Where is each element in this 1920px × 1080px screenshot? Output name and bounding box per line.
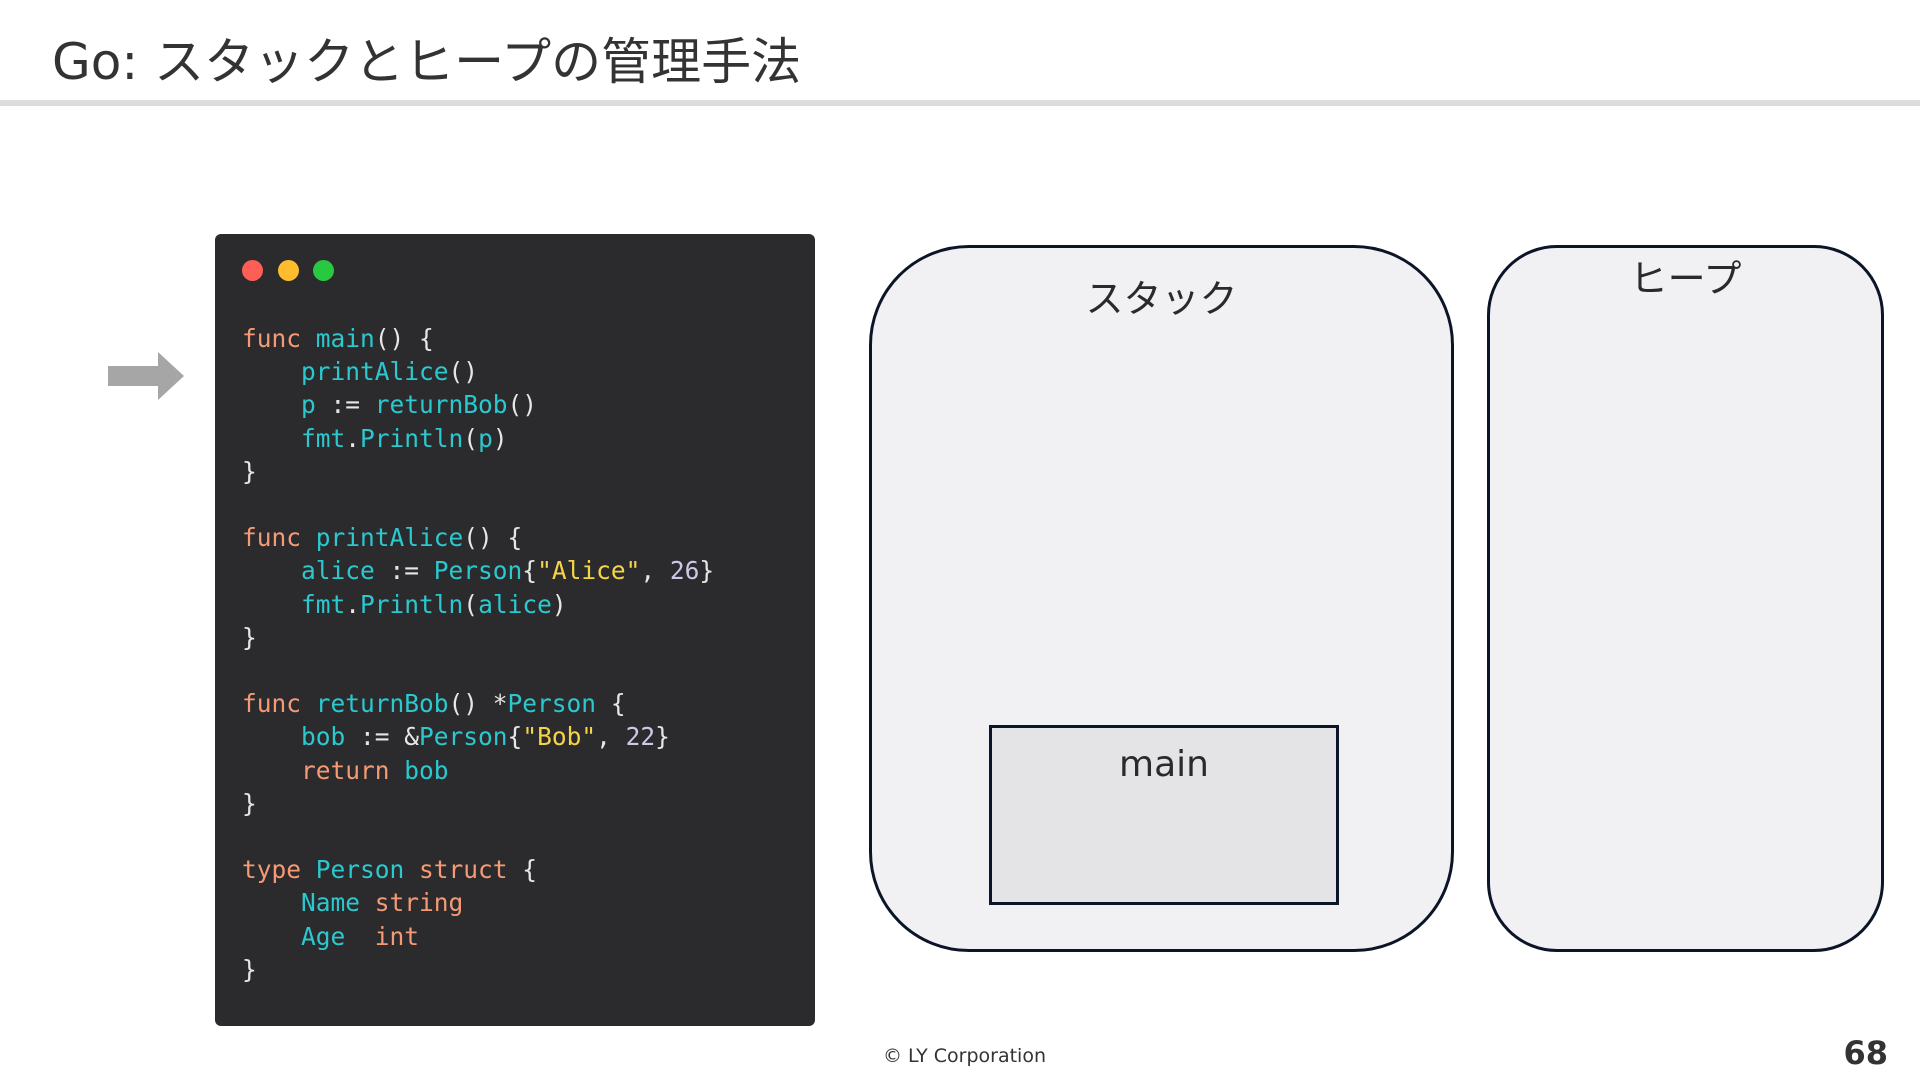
code-line: func returnBob() *Person { (242, 689, 626, 719)
code-line: printAlice() (242, 357, 479, 387)
code-window: func main() { printAlice() p := returnBo… (215, 234, 815, 1026)
stack-label: スタック (1085, 277, 1238, 321)
heap-region: ヒープ (1487, 245, 1884, 952)
heap-label: ヒープ (1629, 257, 1742, 301)
code-block: func main() { printAlice() p := returnBo… (242, 322, 714, 986)
stack-region: スタック main (869, 245, 1454, 952)
code-line: } (242, 788, 257, 818)
code-line: p := returnBob() (242, 390, 538, 420)
stack-frame-main: main (989, 725, 1339, 905)
code-line: alice := Person{"Alice", 26} (242, 556, 715, 586)
title-divider (0, 100, 1920, 106)
maximize-dot-icon (313, 260, 334, 281)
code-line: type Person struct { (242, 855, 538, 885)
close-dot-icon (242, 260, 263, 281)
code-line: Name string (242, 888, 464, 918)
page-number: 68 (1843, 1034, 1888, 1072)
right-arrow-icon (108, 352, 184, 400)
code-line: fmt.Println(p) (242, 423, 508, 453)
code-line: bob := &Person{"Bob", 22} (242, 722, 670, 752)
code-line: return bob (242, 755, 449, 785)
code-line: func printAlice() { (242, 523, 523, 553)
code-line: } (242, 954, 257, 984)
minimize-dot-icon (278, 260, 299, 281)
code-line: } (242, 456, 257, 486)
copyright-footer: © LY Corporation (883, 1045, 1046, 1067)
slide-title: Go: スタックとヒープの管理手法 (52, 33, 802, 91)
code-line: fmt.Println(alice) (242, 589, 567, 619)
code-line: } (242, 622, 257, 652)
code-line: func main() { (242, 324, 434, 353)
stack-frame-label: main (1119, 744, 1209, 785)
code-line: Age int (242, 921, 420, 951)
